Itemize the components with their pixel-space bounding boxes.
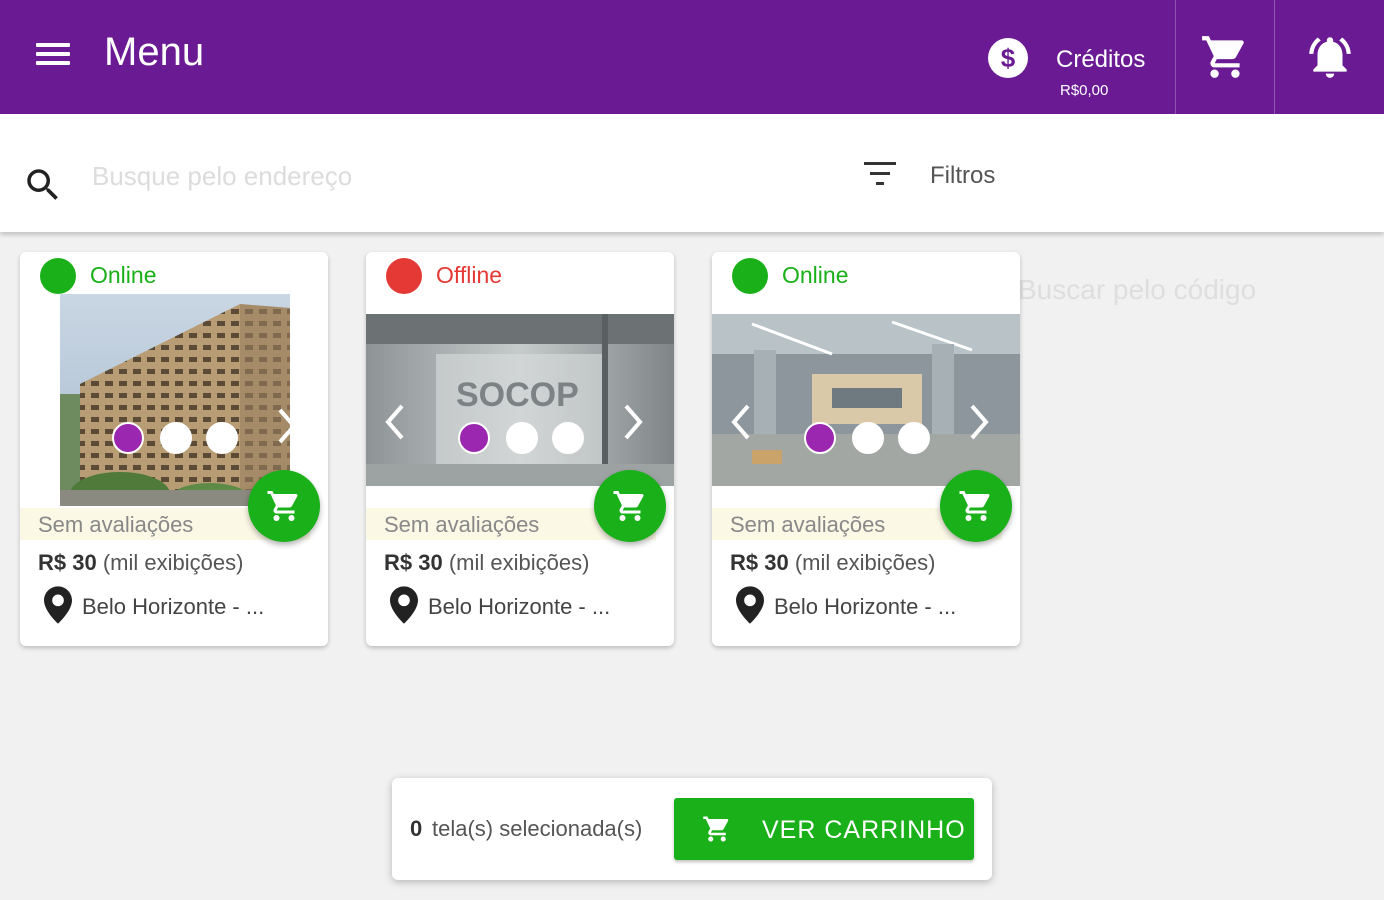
price-value: R$ 30 [730,550,789,575]
filter-icon [864,162,896,185]
cart-icon [613,491,644,521]
svg-text:SOCOP: SOCOP [456,376,579,414]
carousel-dot[interactable] [458,422,490,454]
cart-icon[interactable] [1200,32,1250,82]
price: R$ 30 (mil exibições) [384,550,589,576]
bell-icon[interactable] [1305,32,1355,82]
carousel-dot[interactable] [852,422,884,454]
rating-label: Sem avaliações [730,512,886,537]
cart-icon [267,491,298,521]
price-value: R$ 30 [384,550,443,575]
selected-label: tela(s) selecionada(s) [432,816,643,841]
carousel-dot[interactable] [112,422,144,454]
carousel-next-icon[interactable] [964,400,994,444]
carousel-dots [458,422,588,454]
add-to-cart-button[interactable] [940,470,1012,542]
menu-icon[interactable] [30,38,80,78]
filters-label: Filtros [930,162,996,189]
screen-card[interactable]: Online Sem avaliações R$ 30 (mil exibiçõ… [712,252,1020,646]
location-label: Belo Horizonte - ... [428,594,611,619]
status-dot [732,258,768,294]
header-divider [1274,0,1275,114]
price-unit: (mil exibições) [442,550,590,575]
header-divider [1175,0,1176,114]
status-label: Online [90,262,157,288]
view-cart-label: VER CARRINHO [762,816,966,844]
price-unit: (mil exibições) [96,550,244,575]
location-pin-icon [390,586,418,624]
selected-count: 0 [410,816,423,841]
cart-icon [703,816,729,842]
location-label: Belo Horizonte - ... [774,594,957,619]
rating-label: Sem avaliações [38,512,194,537]
code-search-input[interactable] [1018,268,1358,312]
screen-photo[interactable] [60,294,290,506]
carousel-dot[interactable] [160,422,192,454]
dollar-coin-icon: $ [988,38,1028,78]
search-icon [22,164,64,206]
price: R$ 30 (mil exibições) [730,550,935,576]
carousel-dot[interactable] [206,422,238,454]
carousel-dot[interactable] [804,422,836,454]
location-pin-icon [736,586,764,624]
add-to-cart-button[interactable] [248,470,320,542]
screen-card[interactable]: Offline SOCOP Sem avaliações R$ 30 (mil … [366,252,674,646]
carousel-prev-icon[interactable] [380,400,410,444]
price-value: R$ 30 [38,550,97,575]
status-dot [386,258,422,294]
carousel-dots [112,422,242,454]
price: R$ 30 (mil exibições) [38,550,243,576]
page-title: Menu [104,30,205,74]
carousel-dot[interactable] [552,422,584,454]
location-label: Belo Horizonte - ... [82,594,265,619]
status-label: Offline [436,262,503,288]
credits-button[interactable]: $ Créditos R$0,00 [980,20,1170,100]
add-to-cart-button[interactable] [594,470,666,542]
price-unit: (mil exibições) [788,550,936,575]
carousel-prev-icon[interactable] [726,400,756,444]
cart-summary-bar: 0 tela(s) selecionada(s) VER CARRINHO [392,778,992,880]
carousel-dot[interactable] [506,422,538,454]
status-label: Online [782,262,849,288]
carousel-next-icon[interactable] [272,404,302,448]
filters-button[interactable]: Filtros [862,154,1022,198]
top-app-bar: Menu $ Créditos R$0,00 [0,0,1384,114]
carousel-next-icon[interactable] [618,400,648,444]
screen-card[interactable]: Online Sem avaliações R$ 30 (mil exibiçõ… [20,252,328,646]
rating-label: Sem avaliações [384,512,540,537]
credits-label: Créditos [1056,46,1146,73]
carousel-dot[interactable] [898,422,930,454]
status-dot [40,258,76,294]
credits-value: R$0,00 [1060,82,1109,99]
carousel-dots [804,422,934,454]
view-cart-button[interactable]: VER CARRINHO [674,798,974,860]
cart-icon [959,491,990,521]
search-bar: Filtros [0,114,1384,232]
location-pin-icon [44,586,72,624]
address-search-input[interactable] [92,154,792,198]
